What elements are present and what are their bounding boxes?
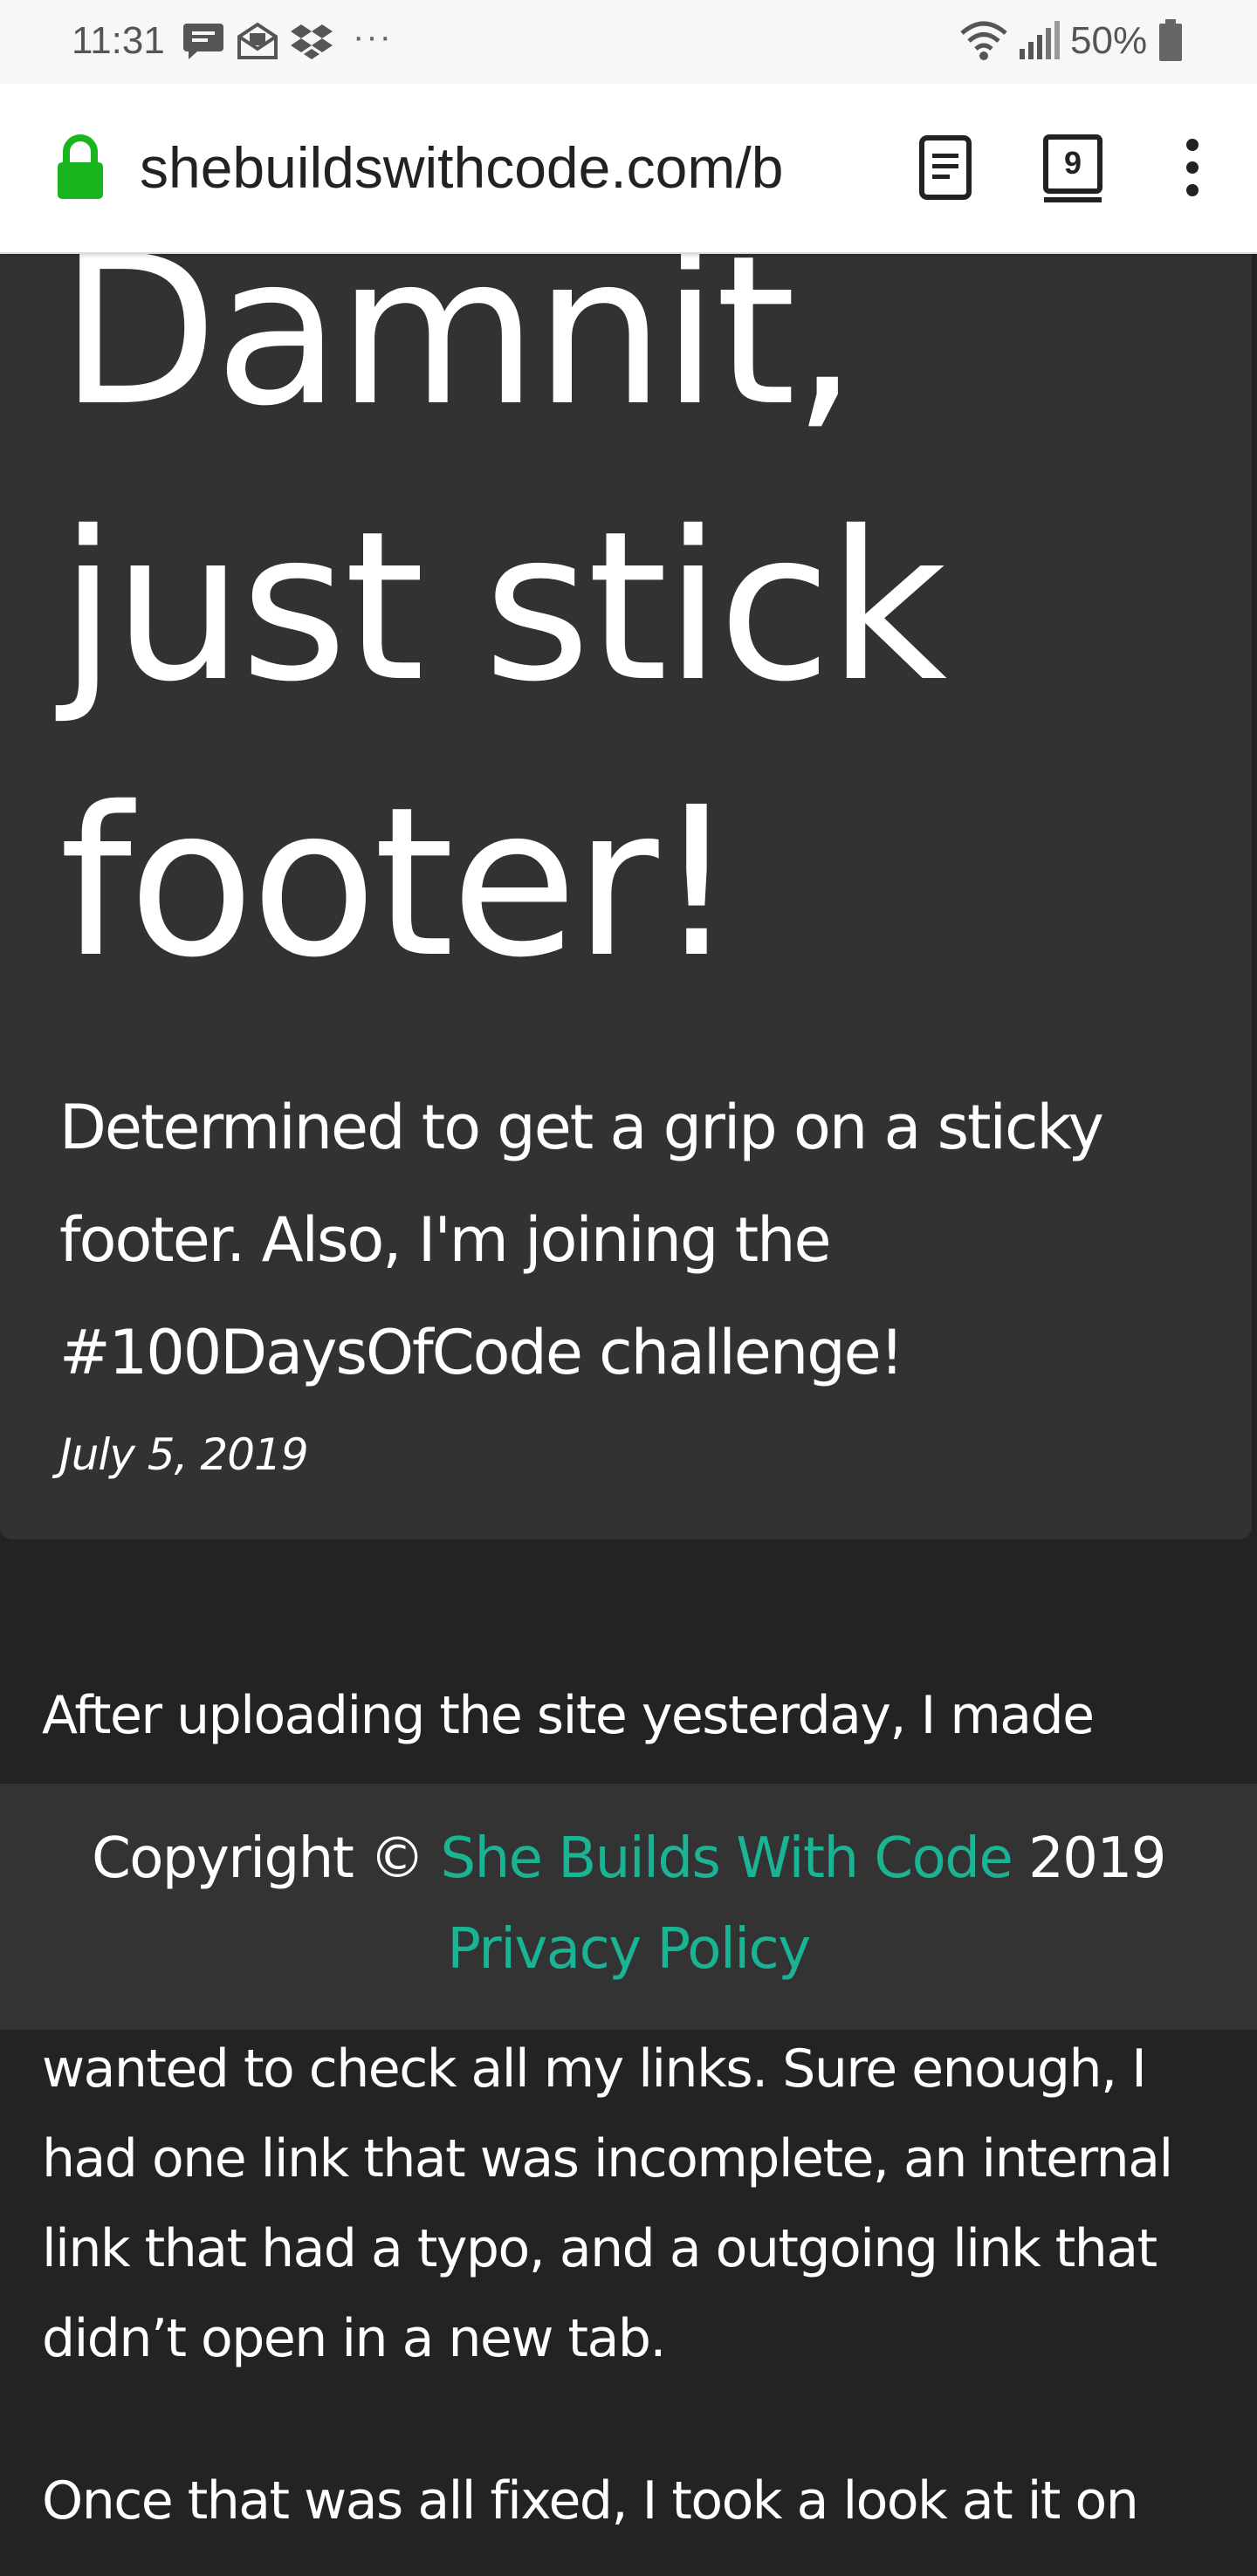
post-header: Damnit, just stick footer! Determined to… xyxy=(0,87,1252,1539)
overflow-menu-icon[interactable] xyxy=(1178,136,1206,199)
browser-address-bar: shebuildswithcode.com/b 9 xyxy=(0,84,1257,254)
more-notifications-indicator: ··· xyxy=(353,17,393,56)
url-field[interactable]: shebuildswithcode.com/b xyxy=(140,133,871,202)
paragraph: Once that was all fixed, I took a look a… xyxy=(42,2470,1139,2531)
status-time: 11:31 xyxy=(72,19,165,62)
message-icon xyxy=(183,24,223,59)
dropbox-icon xyxy=(291,24,333,59)
post-title: Damnit, just stick footer! xyxy=(59,211,947,1003)
privacy-line: Privacy Policy xyxy=(0,1906,1257,1993)
privacy-policy-link[interactable]: Privacy Policy xyxy=(447,1917,811,1982)
post-subtitle: Determined to get a grip on a sticky foo… xyxy=(59,1092,1104,1388)
paragraph: wanted to check all my links. Sure enoug… xyxy=(42,2038,1173,2369)
paragraph: After uploading the site yesterday, I ma… xyxy=(42,1685,1095,1746)
lock-icon[interactable] xyxy=(54,134,106,202)
post-date: July 5, 2019 xyxy=(59,1429,309,1480)
wifi-icon xyxy=(960,21,1007,60)
copyright-line: Copyright © She Builds With Code 2019 xyxy=(0,1815,1257,1902)
battery-icon xyxy=(1159,19,1182,61)
status-bar: 11:31 ··· 50% xyxy=(0,0,1257,84)
url-fade xyxy=(786,119,873,215)
site-footer: Copyright © She Builds With Code 2019 Pr… xyxy=(0,1784,1257,2030)
email-icon xyxy=(237,22,278,59)
battery-percent: 50% xyxy=(1070,19,1148,62)
copyright-year: 2019 xyxy=(1028,1826,1166,1891)
cellular-signal-icon xyxy=(1020,21,1060,59)
tab-count: 9 xyxy=(1063,145,1082,181)
reader-mode-icon[interactable] xyxy=(918,134,972,201)
copyright-text: Copyright © xyxy=(92,1826,425,1891)
site-home-link[interactable]: She Builds With Code xyxy=(440,1826,1013,1891)
